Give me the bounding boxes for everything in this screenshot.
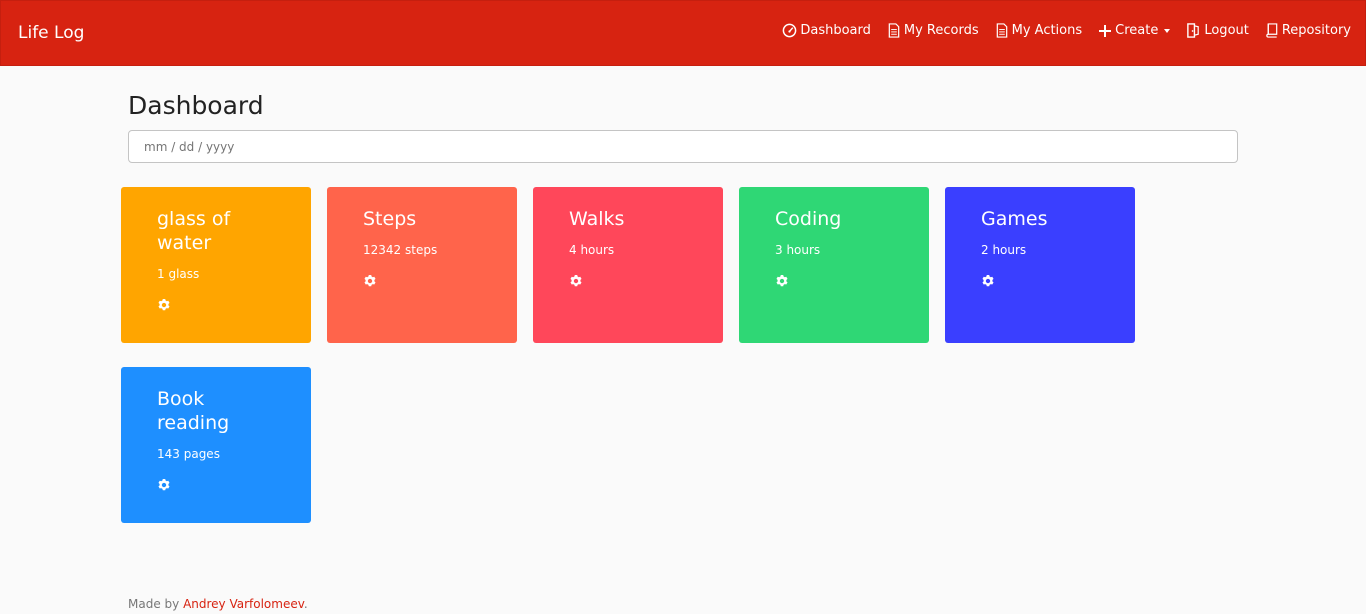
- date-input[interactable]: [128, 130, 1238, 163]
- card-title: glass of water: [157, 207, 275, 255]
- document-icon: [888, 23, 900, 38]
- card-title-line: glass of: [157, 208, 231, 230]
- nav-menu: Dashboard My Records My Actions Create L…: [782, 23, 1351, 38]
- card-title: Book reading: [157, 387, 275, 435]
- card-title: Steps: [363, 207, 481, 231]
- record-card-steps[interactable]: Steps 12342 steps: [327, 187, 517, 343]
- nav-item-create-dropdown[interactable]: Create: [1098, 23, 1171, 38]
- card-title-line: Coding: [775, 208, 842, 230]
- record-card-coding[interactable]: Coding 3 hours: [739, 187, 929, 343]
- card-title: Coding: [775, 207, 893, 231]
- record-card-glass-of-water[interactable]: glass of water 1 glass: [121, 187, 311, 343]
- nav-label-my-actions: My Actions: [1011, 23, 1083, 38]
- nav-item-logout[interactable]: Logout: [1186, 23, 1249, 38]
- nav-label-dashboard: Dashboard: [800, 23, 871, 38]
- document-icon: [996, 23, 1007, 38]
- nav-item-repository[interactable]: Repository: [1265, 23, 1351, 38]
- record-card-walks[interactable]: Walks 4 hours: [533, 187, 723, 343]
- plus-icon: [1099, 24, 1112, 37]
- card-value: 12342 steps: [363, 243, 438, 257]
- footer: Made by Andrey Varfolomeev.: [128, 597, 308, 611]
- gear-icon[interactable]: [775, 274, 789, 288]
- card-title-line: Games: [981, 208, 1048, 230]
- card-title: Games: [981, 207, 1099, 231]
- nav-label-my-records: My Records: [903, 23, 979, 38]
- gear-icon[interactable]: [981, 274, 995, 288]
- nav-label-logout: Logout: [1204, 23, 1249, 38]
- card-value: 143 pages: [157, 447, 220, 461]
- card-title-line: Book: [157, 388, 205, 410]
- footer-suffix: .: [303, 597, 308, 611]
- gear-icon[interactable]: [157, 478, 171, 492]
- card-title: Walks: [569, 207, 687, 231]
- book-icon: [1266, 23, 1278, 38]
- gear-icon[interactable]: [569, 274, 583, 288]
- card-title-line: Walks: [569, 208, 625, 230]
- gear-icon[interactable]: [363, 274, 377, 288]
- caret-down-icon: [1164, 29, 1171, 33]
- footer-prefix: Made by: [128, 597, 184, 611]
- record-card-book-reading[interactable]: Book reading 143 pages: [121, 367, 311, 523]
- card-value: 1 glass: [157, 267, 200, 281]
- card-value: 3 hours: [775, 243, 821, 257]
- card-value: 4 hours: [569, 243, 615, 257]
- page-title: Dashboard: [128, 91, 264, 120]
- card-title-line: reading: [157, 412, 230, 434]
- dashboard-gauge-icon: [783, 23, 797, 38]
- nav-item-my-actions[interactable]: My Actions: [995, 23, 1083, 38]
- logout-door-icon: [1187, 23, 1200, 38]
- nav-item-dashboard[interactable]: Dashboard: [782, 23, 871, 38]
- record-card-games[interactable]: Games 2 hours: [945, 187, 1135, 343]
- nav-label-create: Create: [1115, 23, 1159, 38]
- nav-item-my-records[interactable]: My Records: [887, 23, 979, 38]
- author-link[interactable]: Andrey Varfolomeev: [183, 597, 304, 611]
- card-title-line: Steps: [363, 208, 417, 230]
- gear-icon[interactable]: [157, 298, 171, 312]
- brand-link[interactable]: Life Log: [18, 23, 84, 43]
- top-navbar: Life Log Dashboard My Records My Actions…: [0, 0, 1366, 66]
- card-title-line: water: [157, 232, 212, 254]
- card-value: 2 hours: [981, 243, 1027, 257]
- nav-label-repository: Repository: [1281, 23, 1351, 38]
